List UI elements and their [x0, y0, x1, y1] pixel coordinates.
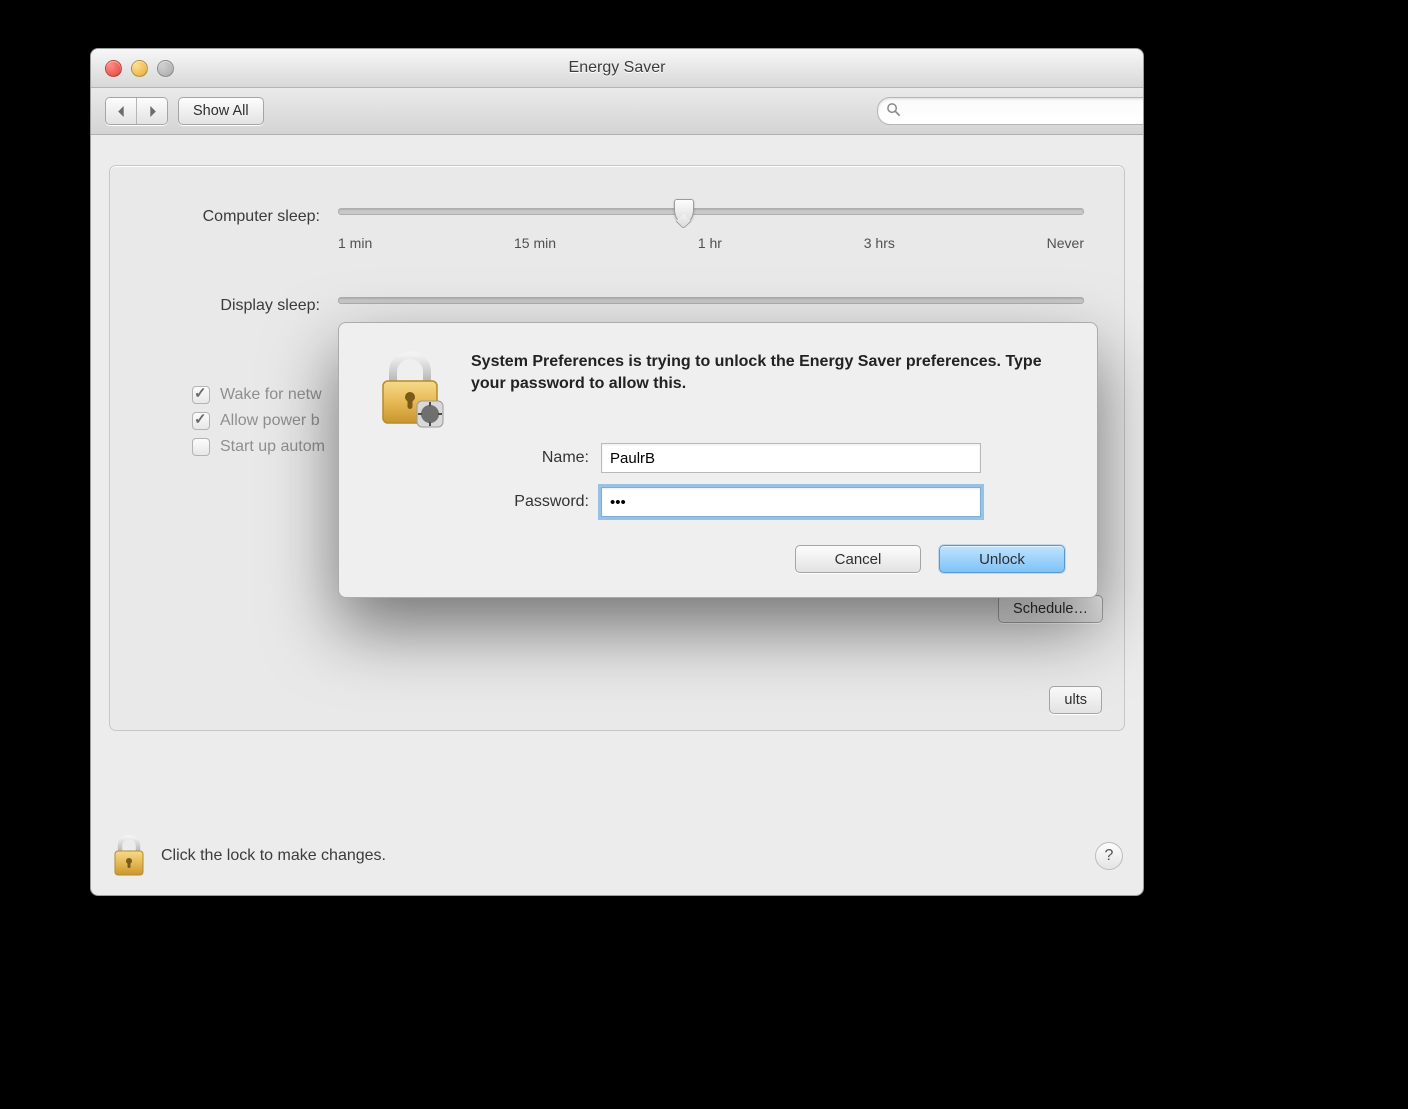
window-title: Energy Saver: [91, 59, 1143, 77]
checkbox-icon: [192, 412, 210, 430]
tick-label: 15 min: [514, 235, 556, 251]
password-input[interactable]: [601, 487, 981, 517]
checkbox-icon: [192, 438, 210, 456]
toolbar: Show All: [91, 88, 1143, 135]
footer: Click the lock to make changes. ?: [111, 835, 1123, 877]
help-button[interactable]: ?: [1095, 842, 1123, 870]
tick-label: 1 min: [338, 235, 372, 251]
auth-dialog: System Preferences is trying to unlock t…: [338, 322, 1098, 598]
name-label: Name:: [371, 449, 601, 467]
nav-back-forward: [105, 97, 168, 125]
titlebar: Energy Saver: [91, 49, 1143, 88]
computer-sleep-label: Computer sleep:: [150, 208, 338, 226]
tick-label: 3 hrs: [864, 235, 895, 251]
lock-icon[interactable]: [111, 835, 147, 877]
checkbox-label: Allow power b: [220, 412, 320, 430]
search-field[interactable]: [877, 97, 1129, 125]
name-input[interactable]: [601, 443, 981, 473]
display-sleep-label: Display sleep:: [150, 297, 338, 315]
forward-button[interactable]: [137, 98, 167, 124]
checkbox-label: Wake for netw: [220, 386, 322, 404]
schedule-button[interactable]: Schedule…: [998, 595, 1103, 623]
lock-message: Click the lock to make changes.: [161, 847, 386, 865]
cancel-button[interactable]: Cancel: [795, 545, 921, 573]
lock-icon: [371, 351, 449, 429]
computer-sleep-slider[interactable]: 1 min 15 min 1 hr 3 hrs Never: [338, 208, 1084, 251]
unlock-button[interactable]: Unlock: [939, 545, 1065, 573]
dialog-message: System Preferences is trying to unlock t…: [471, 351, 1065, 429]
show-all-button[interactable]: Show All: [178, 97, 264, 125]
password-label: Password:: [371, 493, 601, 511]
restore-defaults-button[interactable]: ults: [1049, 686, 1102, 714]
back-button[interactable]: [106, 98, 137, 124]
tick-label: 1 hr: [698, 235, 722, 251]
search-input[interactable]: [877, 97, 1144, 125]
search-icon: [886, 102, 901, 120]
checkbox-icon: [192, 386, 210, 404]
tick-label: Never: [1047, 235, 1084, 251]
checkbox-label: Start up autom: [220, 438, 325, 456]
